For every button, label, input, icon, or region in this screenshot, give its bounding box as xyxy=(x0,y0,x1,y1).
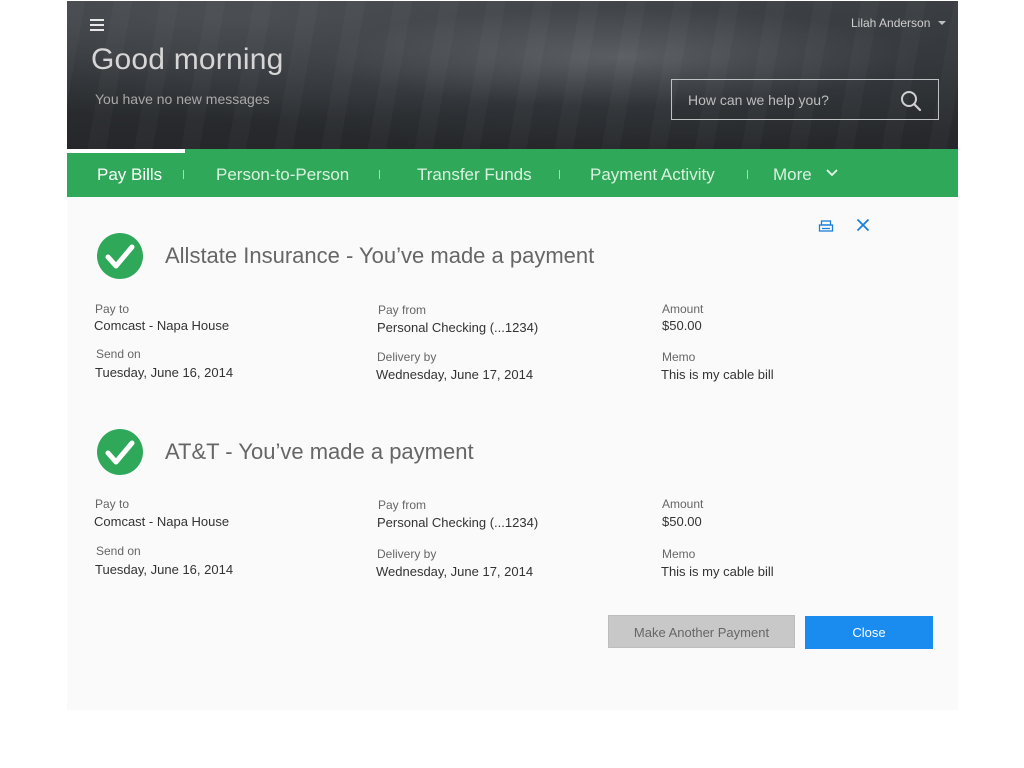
amount-value: $50.00 xyxy=(662,514,702,529)
header: Good morning You have no new messages Li… xyxy=(67,1,958,149)
pay-to-value: Comcast - Napa House xyxy=(94,318,230,333)
payment-title: AT&T - You’ve made a payment xyxy=(165,439,474,464)
memo-value: This is my cable bill xyxy=(661,564,774,579)
pay-from-value: Personal Checking (...1234) xyxy=(377,515,539,530)
make-another-payment-button[interactable]: Make Another Payment xyxy=(608,615,795,648)
send-on-value: Tuesday, June 16, 2014 xyxy=(95,562,234,577)
nav-separator xyxy=(747,170,748,179)
tab-person-to-person[interactable]: Person-to-Person xyxy=(216,149,349,197)
tab-payment-activity[interactable]: Payment Activity xyxy=(590,149,715,197)
nav-separator xyxy=(379,170,380,179)
close-icon[interactable] xyxy=(856,218,870,232)
amount-value: $50.00 xyxy=(662,318,702,333)
user-name: Lilah Anderson xyxy=(851,16,931,30)
pay-from-label: Pay from xyxy=(378,303,427,317)
tab-more-label: More xyxy=(773,165,812,184)
close-button[interactable]: Close xyxy=(805,616,933,649)
tab-pay-bills[interactable]: Pay Bills xyxy=(97,149,162,197)
delivery-value: Wednesday, June 17, 2014 xyxy=(376,564,534,579)
caret-down-icon xyxy=(938,21,947,25)
search-input[interactable] xyxy=(672,80,908,119)
print-icon[interactable] xyxy=(818,218,834,234)
search-box xyxy=(671,79,939,120)
amount-label: Amount xyxy=(662,497,704,511)
pay-from-label: Pay from xyxy=(378,498,427,512)
chevron-down-icon xyxy=(826,169,839,177)
main-nav: Pay Bills Person-to-Person Transfer Fund… xyxy=(67,149,958,197)
pay-from-value: Personal Checking (...1234) xyxy=(377,320,539,335)
user-menu[interactable]: Lilah Anderson xyxy=(851,16,947,30)
nav-separator xyxy=(183,170,184,179)
delivery-label: Delivery by xyxy=(377,350,437,364)
greeting: Good morning xyxy=(91,43,284,76)
search-icon[interactable] xyxy=(900,90,922,112)
payment-title: Allstate Insurance - You’ve made a payme… xyxy=(165,243,595,268)
pay-to-value: Comcast - Napa House xyxy=(94,514,230,529)
memo-label: Memo xyxy=(662,547,696,561)
amount-label: Amount xyxy=(662,302,704,316)
send-on-value: Tuesday, June 16, 2014 xyxy=(95,365,234,380)
send-on-label: Send on xyxy=(96,347,141,361)
menu-icon[interactable] xyxy=(90,17,104,31)
checkmark-icon xyxy=(97,429,143,475)
tab-transfer-funds[interactable]: Transfer Funds xyxy=(417,149,532,197)
memo-value: This is my cable bill xyxy=(661,367,774,382)
messages-status: You have no new messages xyxy=(95,91,270,107)
memo-label: Memo xyxy=(662,350,696,364)
nav-separator xyxy=(559,170,560,179)
delivery-label: Delivery by xyxy=(377,547,437,561)
send-on-label: Send on xyxy=(96,544,141,558)
app-container: Good morning You have no new messages Li… xyxy=(67,1,958,710)
pay-to-label: Pay to xyxy=(95,302,130,316)
delivery-value: Wednesday, June 17, 2014 xyxy=(376,367,534,382)
pay-to-label: Pay to xyxy=(95,497,130,511)
checkmark-icon xyxy=(97,233,143,279)
tab-more[interactable]: More xyxy=(773,149,839,197)
